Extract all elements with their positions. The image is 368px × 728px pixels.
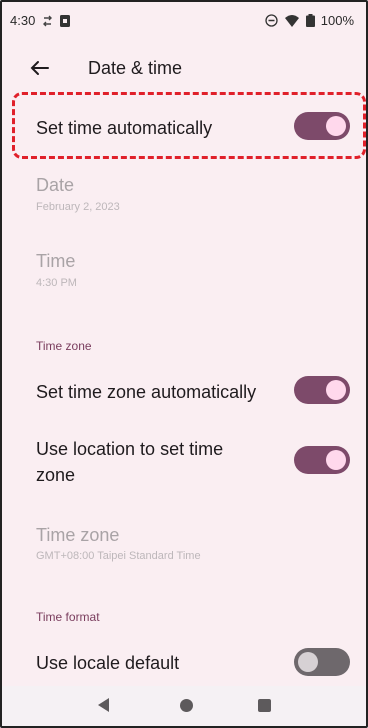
use-location-label-line2: zone <box>36 465 76 485</box>
battery-icon <box>305 14 315 27</box>
date-label: Date <box>36 175 75 195</box>
set-tz-auto-label: Set time zone automatically <box>36 382 257 402</box>
time-zone-label: Time zone <box>36 525 120 545</box>
set-tz-auto-toggle[interactable] <box>294 376 350 404</box>
status-bar: 4:30 100% <box>2 2 366 38</box>
back-arrow-icon[interactable] <box>24 52 56 84</box>
status-time: 4:30 <box>10 13 36 28</box>
date-value: February 2, 2023 <box>36 201 120 213</box>
setting-set-time-zone-automatically[interactable]: Set time zone automatically <box>2 364 366 420</box>
use-locale-default-label: Use locale default <box>36 653 180 673</box>
page-title: Date & time <box>88 58 183 78</box>
toggle-knob <box>326 450 346 470</box>
nav-recents-icon[interactable] <box>258 699 271 712</box>
use-location-label-line1: Use location to set time <box>36 439 224 459</box>
setting-time: Time 4:30 PM <box>2 244 366 300</box>
nav-back-icon[interactable] <box>98 698 109 712</box>
do-not-disturb-icon <box>265 14 278 27</box>
time-zone-value: GMT+08:00 Taipei Standard Time <box>36 550 201 562</box>
sim-icon <box>60 14 71 27</box>
toggle-knob <box>326 380 346 400</box>
sync-icon <box>43 15 53 26</box>
use-location-toggle[interactable] <box>294 446 350 474</box>
section-header-time-zone: Time zone <box>36 339 92 353</box>
setting-time-zone: Time zone GMT+08:00 Taipei Standard Time <box>2 520 366 576</box>
wifi-icon <box>284 14 299 27</box>
toggle-knob <box>298 652 318 672</box>
setting-use-locale-default[interactable]: Use locale default <box>2 638 366 684</box>
time-label: Time <box>36 251 76 271</box>
section-header-time-format: Time format <box>36 610 100 624</box>
app-bar: Date & time <box>2 44 366 92</box>
status-right: 100% <box>265 13 354 28</box>
battery-percent: 100% <box>320 13 354 28</box>
highlight-annotation <box>12 92 366 159</box>
navigation-bar <box>2 686 366 726</box>
phone-screen: 4:30 100% Date & time Set time automatic… <box>0 0 368 728</box>
setting-date: Date February 2, 2023 <box>2 168 366 224</box>
nav-home-icon[interactable] <box>180 699 193 712</box>
setting-use-location[interactable]: Use location to set time zone <box>2 434 366 496</box>
use-locale-default-toggle[interactable] <box>294 648 350 676</box>
time-value: 4:30 PM <box>36 277 77 289</box>
status-left: 4:30 <box>10 13 71 28</box>
